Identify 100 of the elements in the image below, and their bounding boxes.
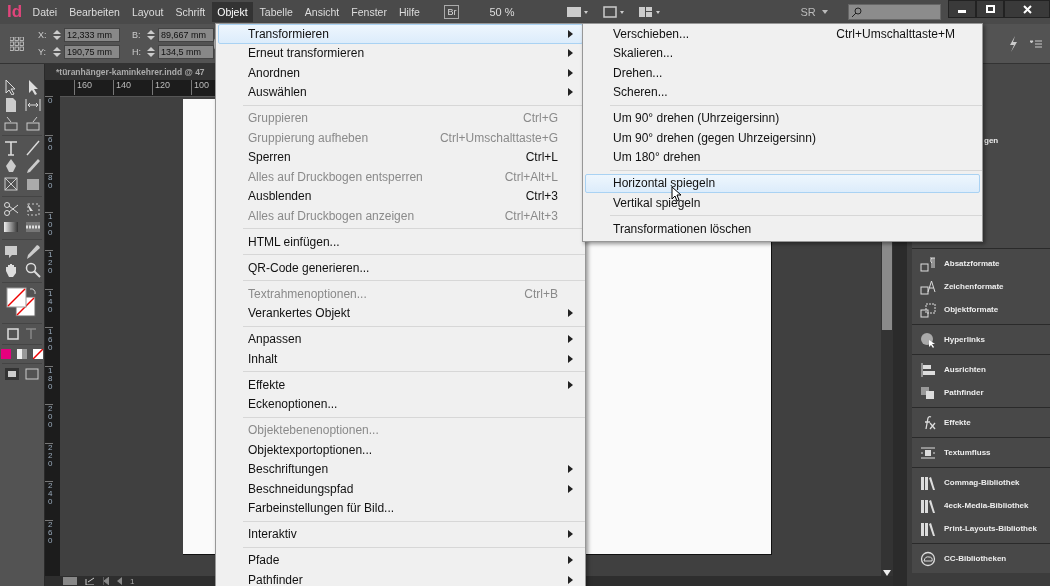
menu-item[interactable]: Skalieren... <box>585 43 980 63</box>
gradient-swatch-icon[interactable] <box>17 349 27 359</box>
content-placer-icon[interactable] <box>25 115 41 131</box>
pencil-icon[interactable] <box>25 158 41 174</box>
panel-tab[interactable]: Objektformate <box>912 298 1050 321</box>
menu-item[interactable]: Interaktiv <box>218 524 583 544</box>
scrollbar-thumb[interactable] <box>882 242 892 330</box>
panel-tab[interactable]: Print-Layouts-Bibliothek <box>912 517 1050 540</box>
input-field[interactable]: 190,75 mm <box>64 45 120 59</box>
close-button[interactable] <box>1004 0 1050 18</box>
menu-item[interactable]: Um 90° drehen (Uhrzeigersinn) <box>585 108 980 128</box>
menu-item[interactable]: Scheren... <box>585 82 980 102</box>
bridge-button[interactable]: Br <box>444 5 460 19</box>
workspace-dropdown[interactable]: SR <box>800 6 816 18</box>
menu-item[interactable]: Verschieben... Ctrl+Umschalttaste+M <box>585 24 980 44</box>
note-icon[interactable] <box>3 244 19 260</box>
color-icon[interactable] <box>1 349 11 359</box>
books-icon[interactable] <box>920 520 936 537</box>
stepper-icon[interactable] <box>53 47 61 57</box>
menu-item[interactable]: Um 180° drehen <box>585 147 980 167</box>
menu-bar-item[interactable]: Ansicht <box>299 2 345 22</box>
books-icon[interactable] <box>920 497 936 514</box>
type-icon[interactable] <box>3 140 19 156</box>
menu-item[interactable]: Um 90° drehen (gegen Uhrzeigersinn) <box>585 128 980 148</box>
panel-tab[interactable]: Commag-Bibliothek <box>912 471 1050 494</box>
search-field[interactable] <box>847 4 941 20</box>
menu-item[interactable]: Drehen... <box>585 63 980 83</box>
books-icon[interactable] <box>920 474 936 491</box>
panel-tab[interactable]: Zeichenformate <box>912 275 1050 298</box>
zoom-dropdown[interactable]: 50 % <box>489 6 515 18</box>
menu-item[interactable]: Verankertes Objekt <box>218 303 583 323</box>
panel-tab[interactable]: Pathfinder <box>912 381 1050 404</box>
menu-item[interactable]: Farbeinstellungen für Bild... <box>218 498 583 518</box>
first-page-icon[interactable] <box>103 577 109 585</box>
menu-item[interactable]: Horizontal spiegeln <box>585 173 980 193</box>
eyedropper-icon[interactable] <box>25 244 41 260</box>
gradient-feather-icon[interactable] <box>25 219 41 235</box>
reference-point-icon[interactable] <box>10 36 24 51</box>
normal-view-icon[interactable] <box>5 368 19 380</box>
stepper-icon[interactable] <box>147 47 155 57</box>
panel-label[interactable]: gen <box>984 136 999 145</box>
paragraph-style-icon[interactable] <box>920 255 936 272</box>
menu-bar-item[interactable]: Tabelle <box>254 2 299 22</box>
stepper-icon[interactable] <box>147 30 155 40</box>
screen-mode-icon[interactable] <box>602 6 625 18</box>
cloud-icon[interactable] <box>920 550 936 567</box>
page-number[interactable]: 1 <box>130 576 135 586</box>
character-style-icon[interactable] <box>920 278 936 295</box>
scissors-icon[interactable] <box>3 201 19 217</box>
panel-tab[interactable]: 4eck-Media-Bibliothek <box>912 494 1050 517</box>
menu-bar-item[interactable]: Objekt <box>211 2 254 22</box>
menu-item[interactable]: Effekte <box>218 375 583 395</box>
menu-item[interactable]: Anpassen <box>218 329 583 349</box>
menu-item[interactable]: Inhalt <box>218 349 583 369</box>
menu-item[interactable]: Pfade <box>218 550 583 570</box>
export-icon[interactable] <box>85 577 95 585</box>
menu-bar-item[interactable]: Hilfe <box>393 2 426 22</box>
panel-tab[interactable]: Absatzformate <box>912 252 1050 275</box>
globe-link-icon[interactable] <box>920 331 936 348</box>
menu-item[interactable]: Vertikal spiegeln <box>585 193 980 213</box>
menu-bar-item[interactable]: Fenster <box>345 2 393 22</box>
menu-item[interactable]: Beschneidungspfad <box>218 479 583 499</box>
menu-item[interactable]: Erneut transformieren <box>218 43 583 63</box>
none-swatch-icon[interactable] <box>33 349 43 359</box>
menu-item[interactable]: HTML einfügen... <box>218 232 583 252</box>
hand-icon[interactable] <box>3 262 19 278</box>
menu-item[interactable]: Anordnen <box>218 63 583 83</box>
preview-mode-icon[interactable] <box>25 368 39 380</box>
menu-item[interactable]: Beschriftungen <box>218 459 583 479</box>
free-transform-icon[interactable] <box>25 201 41 217</box>
arrange-documents-icon[interactable] <box>638 6 661 18</box>
menu-item[interactable]: Transformationen löschen <box>585 219 980 239</box>
view-options-icon[interactable] <box>566 6 589 18</box>
menu-item[interactable]: Ausblenden Ctrl+3 <box>218 186 583 206</box>
maximize-button[interactable] <box>976 0 1004 18</box>
menu-bar-item[interactable]: Datei <box>27 2 63 22</box>
menu-item[interactable]: Sperren Ctrl+L <box>218 147 583 167</box>
menu-item[interactable]: Objektexportoptionen... <box>218 440 583 460</box>
minimize-button[interactable] <box>948 0 976 18</box>
stepper-icon[interactable] <box>53 30 61 40</box>
menu-item[interactable]: QR-Code generieren... <box>218 258 583 278</box>
page-icon[interactable] <box>3 97 19 113</box>
caret-icon[interactable] <box>821 10 828 14</box>
zoom-icon[interactable] <box>25 262 41 278</box>
text-wrap-icon[interactable] <box>920 444 936 461</box>
previous-page-icon[interactable] <box>117 577 122 585</box>
menu-bar-item[interactable]: Layout <box>126 2 169 22</box>
pathfinder-icon[interactable] <box>920 384 936 401</box>
input-field[interactable]: 12,333 mm <box>64 28 120 42</box>
menu-bar-item[interactable]: Bearbeiten <box>63 2 126 22</box>
panel-menu-icon[interactable] <box>1030 39 1042 48</box>
align-icon[interactable] <box>920 361 936 378</box>
fill-stroke-icon[interactable] <box>5 286 39 320</box>
menu-bar-item[interactable]: Schrift <box>169 2 211 22</box>
input-field[interactable]: 89,667 mm <box>158 28 214 42</box>
document-tab[interactable]: *türanhänger-kaminkehrer.indd @ 47 <box>45 67 205 77</box>
menu-item[interactable]: Transformieren <box>218 24 583 44</box>
object-style-icon[interactable] <box>920 301 936 318</box>
menu-item[interactable]: Pathfinder <box>218 570 583 586</box>
menu-item[interactable]: Eckenoptionen... <box>218 394 583 414</box>
